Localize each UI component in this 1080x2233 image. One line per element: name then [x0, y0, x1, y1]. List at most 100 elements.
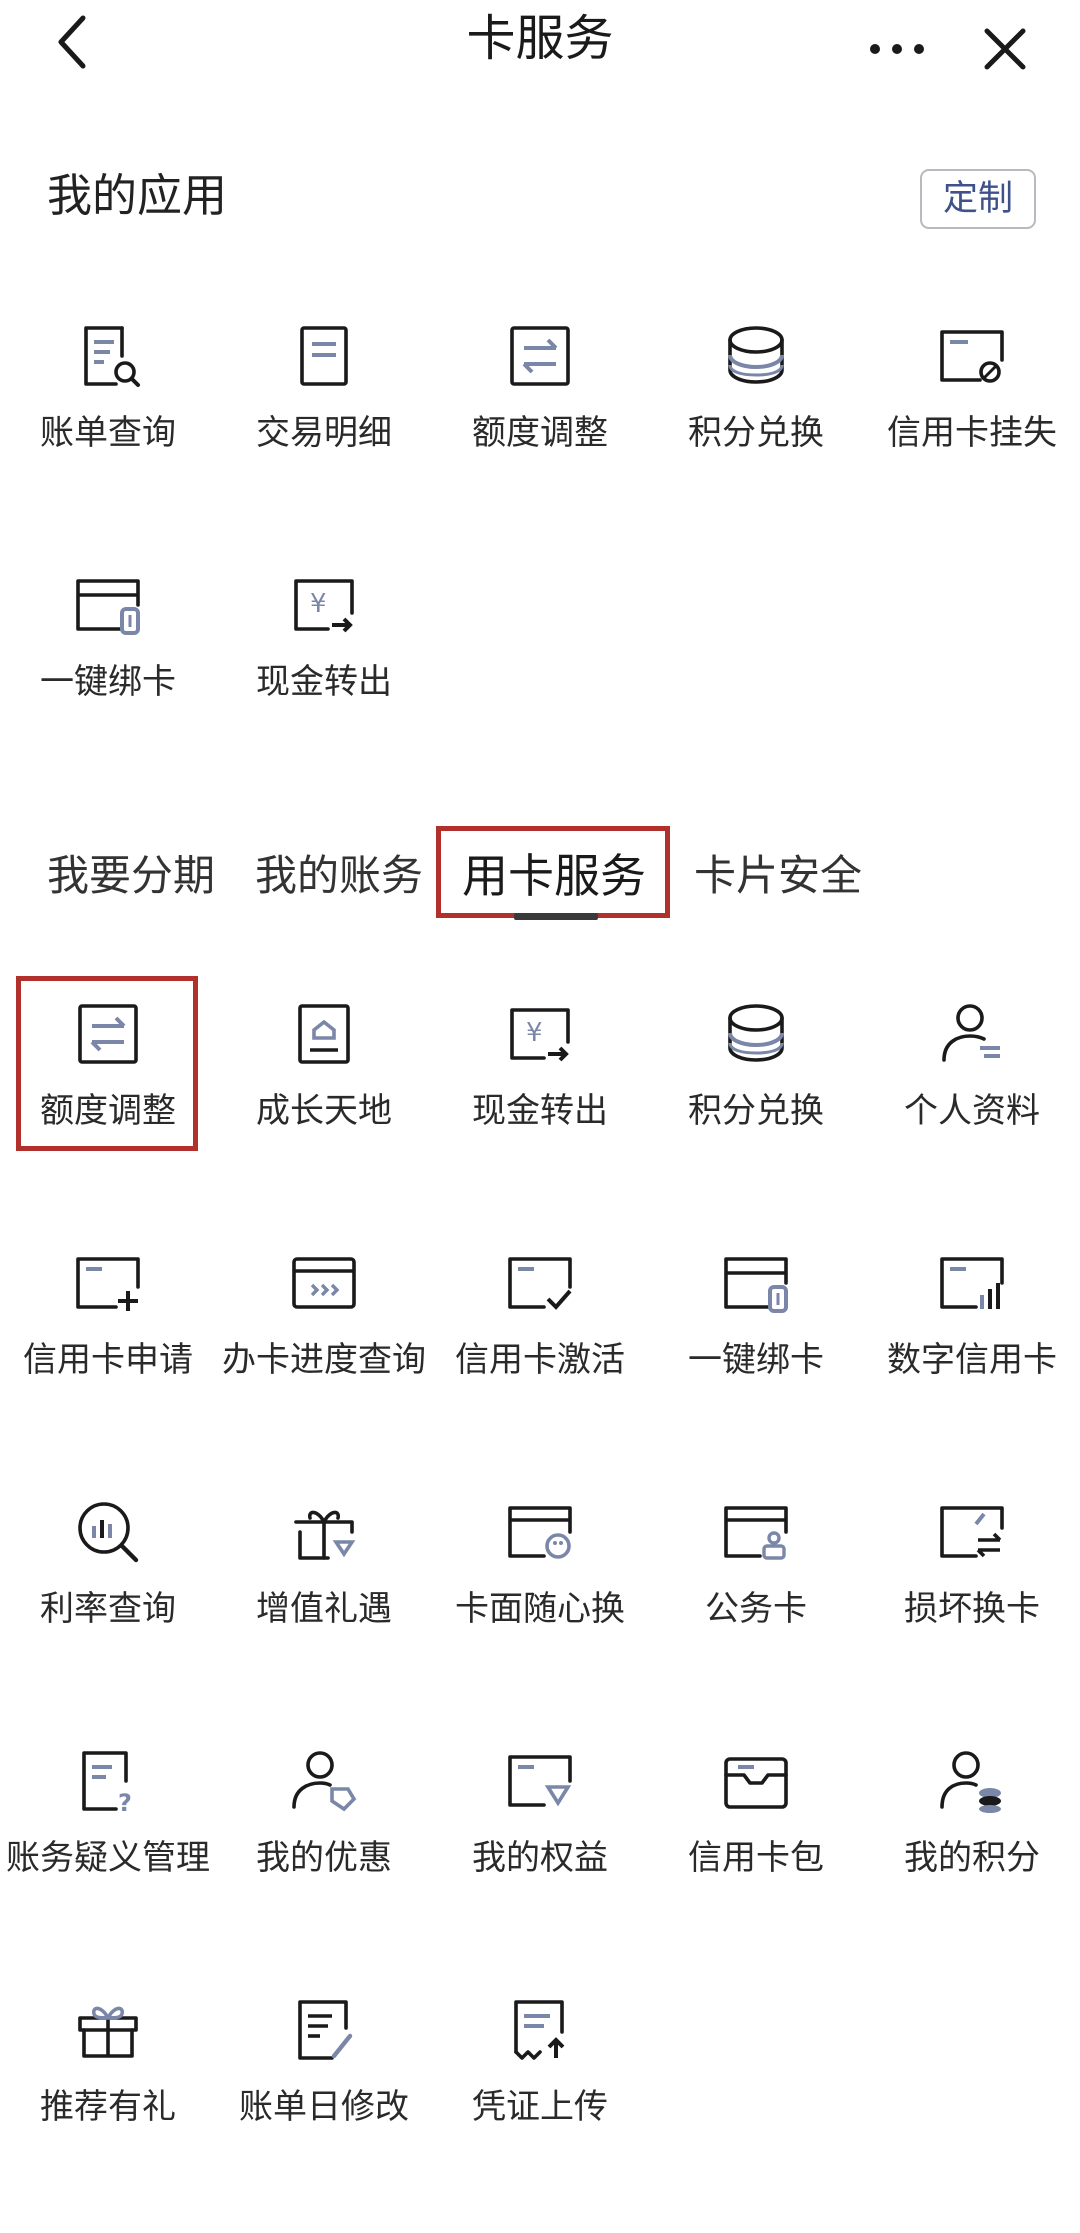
my-apps-item-label: 账单查询 — [40, 413, 176, 453]
active-tab-highlight — [436, 826, 670, 918]
gift-icon — [72, 1994, 144, 2066]
card-palette-icon — [504, 1496, 576, 1568]
close-icon — [984, 28, 1026, 70]
service-item[interactable]: 个人资料 — [864, 988, 1080, 1237]
my-apps-item[interactable]: 交易明细 — [216, 310, 432, 559]
card-diamond-icon — [504, 1745, 576, 1817]
card-lock-icon — [936, 320, 1008, 392]
service-item-label: 增值礼遇 — [256, 1589, 392, 1629]
cash-out-icon: ¥ — [504, 998, 576, 1070]
service-item[interactable]: 成长天地 — [216, 988, 432, 1237]
user-profile-icon — [936, 998, 1008, 1070]
service-item[interactable]: 积分兑换 — [648, 988, 864, 1237]
more-button[interactable] — [862, 14, 932, 84]
tab-card-security[interactable]: 卡片安全 — [694, 844, 862, 908]
svg-text:?: ? — [118, 1789, 132, 1817]
active-tab-underline — [514, 913, 598, 920]
cash-out-icon: ¥ — [288, 569, 360, 641]
service-item-label: 信用卡申请 — [23, 1340, 193, 1380]
doc-edit-icon — [288, 1994, 360, 2066]
service-item[interactable]: 损坏换卡 — [864, 1486, 1080, 1735]
service-item[interactable]: 推荐有礼 — [0, 1984, 216, 2233]
service-item[interactable]: 利率查询 — [0, 1486, 216, 1735]
transfer-icon — [504, 320, 576, 392]
wallet-icon — [720, 1745, 792, 1817]
service-item[interactable]: 办卡进度查询 — [216, 1237, 432, 1486]
user-coins-icon — [936, 1745, 1008, 1817]
my-apps-item-label: 积分兑换 — [688, 413, 824, 453]
service-item[interactable]: 数字信用卡 — [864, 1237, 1080, 1486]
service-item[interactable]: ¥ 现金转出 — [432, 988, 648, 1237]
service-item[interactable]: 信用卡激活 — [432, 1237, 648, 1486]
my-apps-item-label: 一键绑卡 — [40, 662, 176, 702]
my-apps-item[interactable]: 额度调整 — [432, 310, 648, 559]
service-item-label: 我的优惠 — [256, 1838, 392, 1878]
service-item[interactable]: 公务卡 — [648, 1486, 864, 1735]
service-item-label: 利率查询 — [40, 1589, 176, 1629]
service-item[interactable]: 一键绑卡 — [648, 1237, 864, 1486]
gift-diamond-icon — [288, 1496, 360, 1568]
my-apps-item[interactable]: 账单查询 — [0, 310, 216, 559]
tab-installment[interactable]: 我要分期 — [47, 844, 215, 908]
tab-my-account[interactable]: 我的账务 — [255, 844, 423, 908]
growth-icon — [288, 998, 360, 1070]
card-check-icon — [504, 1247, 576, 1319]
rate-search-icon — [72, 1496, 144, 1568]
service-item[interactable]: 信用卡包 — [648, 1735, 864, 1984]
service-item-label: 账务疑义管理 — [6, 1838, 210, 1878]
card-add-icon — [72, 1247, 144, 1319]
service-item-label: 信用卡激活 — [455, 1340, 625, 1380]
user-tag-icon — [288, 1745, 360, 1817]
customize-button[interactable]: 定制 — [920, 169, 1036, 229]
service-item-label: 公务卡 — [705, 1589, 807, 1629]
coins-icon — [720, 998, 792, 1070]
service-item[interactable]: 我的优惠 — [216, 1735, 432, 1984]
service-item-label: 现金转出 — [472, 1091, 608, 1131]
my-apps-title: 我的应用 — [47, 169, 228, 222]
my-apps-grid: 账单查询 交易明细 额度调整 积分兑换 信用卡挂失一键绑卡 ¥ 现金转出 — [0, 310, 1080, 808]
card-link-icon — [720, 1247, 792, 1319]
service-item[interactable]: 增值礼遇 — [216, 1486, 432, 1735]
service-item[interactable]: 我的积分 — [864, 1735, 1080, 1984]
digital-card-icon — [936, 1247, 1008, 1319]
close-button[interactable] — [970, 14, 1040, 84]
more-icon — [870, 44, 924, 54]
service-item-label: 推荐有礼 — [40, 2087, 176, 2127]
svg-text:¥: ¥ — [310, 589, 327, 619]
my-apps-item[interactable]: 信用卡挂失 — [864, 310, 1080, 559]
my-apps-item[interactable]: 一键绑卡 — [0, 559, 216, 808]
service-item-label: 办卡进度查询 — [222, 1340, 426, 1380]
receipt-upload-icon — [504, 1994, 576, 2066]
service-item[interactable]: 我的权益 — [432, 1735, 648, 1984]
service-item[interactable]: 凭证上传 — [432, 1984, 648, 2233]
service-item[interactable]: 卡面随心换 — [432, 1486, 648, 1735]
progress-card-icon — [288, 1247, 360, 1319]
coins-icon — [720, 320, 792, 392]
doc-question-icon: ? — [72, 1745, 144, 1817]
service-item[interactable]: 账单日修改 — [216, 1984, 432, 2233]
business-card-icon — [720, 1496, 792, 1568]
my-apps-item[interactable]: ¥ 现金转出 — [216, 559, 432, 808]
service-item-label: 账单日修改 — [239, 2087, 409, 2127]
service-item[interactable]: ? 账务疑义管理 — [0, 1735, 216, 1984]
document-icon — [288, 320, 360, 392]
bill-search-icon — [72, 320, 144, 392]
service-item-label: 一键绑卡 — [688, 1340, 824, 1380]
my-apps-item-label: 信用卡挂失 — [887, 413, 1057, 453]
service-item-label: 损坏换卡 — [904, 1589, 1040, 1629]
service-item-label: 积分兑换 — [688, 1091, 824, 1131]
my-apps-item[interactable]: 积分兑换 — [648, 310, 864, 559]
service-item-label: 成长天地 — [256, 1091, 392, 1131]
card-link-icon — [72, 569, 144, 641]
svg-text:¥: ¥ — [526, 1018, 543, 1048]
my-apps-item-label: 交易明细 — [256, 413, 392, 453]
service-item-label: 我的权益 — [472, 1838, 608, 1878]
service-item-label: 个人资料 — [904, 1091, 1040, 1131]
service-item-label: 信用卡包 — [688, 1838, 824, 1878]
service-item-label: 数字信用卡 — [887, 1340, 1057, 1380]
service-item-label: 卡面随心换 — [455, 1589, 625, 1629]
item-highlight — [16, 976, 198, 1151]
my-apps-item-label: 额度调整 — [472, 413, 608, 453]
service-item[interactable]: 信用卡申请 — [0, 1237, 216, 1486]
service-item-label: 凭证上传 — [472, 2087, 608, 2127]
